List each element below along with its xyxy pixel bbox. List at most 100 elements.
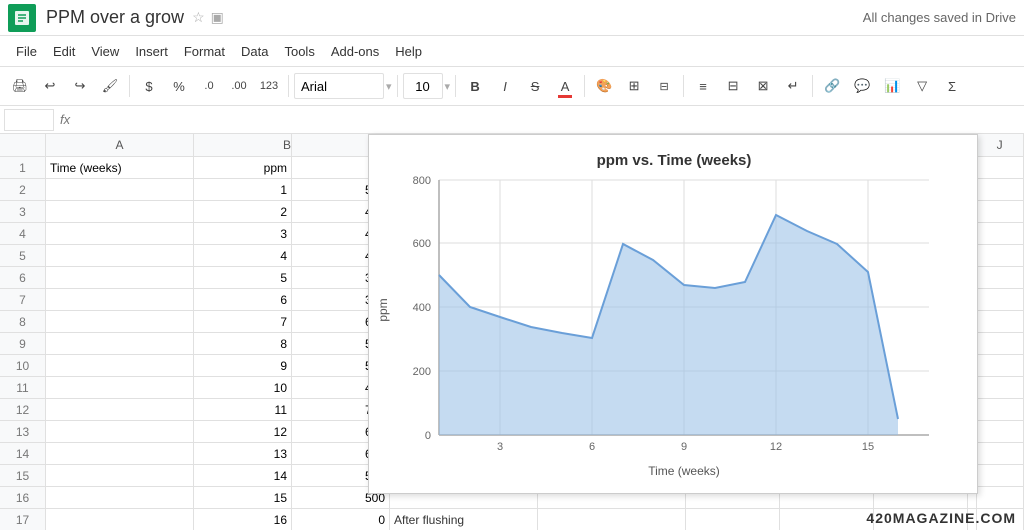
wrap-button[interactable]: ↵ xyxy=(779,72,807,100)
cell-j16[interactable] xyxy=(977,487,1024,509)
cell-b3[interactable]: 2 xyxy=(194,201,292,223)
cell-j8[interactable] xyxy=(977,311,1024,333)
print-button[interactable]: 🖨 xyxy=(6,72,34,100)
comment-button[interactable]: 💬 xyxy=(848,72,876,100)
function-button[interactable]: Σ xyxy=(938,72,966,100)
cell-j2[interactable] xyxy=(977,179,1024,201)
cell-j15[interactable] xyxy=(977,465,1024,487)
menu-item-view[interactable]: View xyxy=(83,40,127,63)
cell-a10[interactable] xyxy=(46,355,194,377)
menu-item-format[interactable]: Format xyxy=(176,40,233,63)
bold-button[interactable]: B xyxy=(461,72,489,100)
cell-b8[interactable]: 7 xyxy=(194,311,292,333)
italic-button[interactable]: I xyxy=(491,72,519,100)
font-color-button[interactable]: A xyxy=(551,72,579,100)
cell-j13[interactable] xyxy=(977,421,1024,443)
cell-j11[interactable] xyxy=(977,377,1024,399)
svg-text:15: 15 xyxy=(862,441,874,453)
cell-j6[interactable] xyxy=(977,267,1024,289)
col-header-a[interactable]: A xyxy=(46,134,194,156)
strikethrough-button[interactable]: S xyxy=(521,72,549,100)
menu-item-add-ons[interactable]: Add-ons xyxy=(323,40,387,63)
formula-input[interactable] xyxy=(76,109,1020,131)
cell-a5[interactable] xyxy=(46,245,194,267)
cell-b9[interactable]: 8 xyxy=(194,333,292,355)
menu-item-tools[interactable]: Tools xyxy=(276,40,322,63)
decimal-inc-button[interactable]: .00 xyxy=(225,72,253,100)
cell-b7[interactable]: 6 xyxy=(194,289,292,311)
cell-a14[interactable] xyxy=(46,443,194,465)
menu-item-help[interactable]: Help xyxy=(387,40,430,63)
cell-b10[interactable]: 9 xyxy=(194,355,292,377)
cell-a4[interactable] xyxy=(46,223,194,245)
fill-color-button[interactable]: 🎨 xyxy=(590,72,618,100)
format-number-button[interactable]: 123 xyxy=(255,72,283,100)
menu-item-insert[interactable]: Insert xyxy=(127,40,176,63)
cell-a9[interactable] xyxy=(46,333,194,355)
valign-button[interactable]: ⊠ xyxy=(749,72,777,100)
cell-e17[interactable] xyxy=(538,509,686,530)
paint-format-button[interactable]: 🖌 xyxy=(96,72,124,100)
cell-b1[interactable]: ppm xyxy=(194,157,292,179)
font-name-input[interactable] xyxy=(294,73,384,99)
chart-area[interactable]: ppm vs. Time (weeks) ppm Time (weeks) 0 … xyxy=(368,134,978,494)
decimal-dec-button[interactable]: .0 xyxy=(195,72,223,100)
cell-a15[interactable] xyxy=(46,465,194,487)
cell-j12[interactable] xyxy=(977,399,1024,421)
cell-a6[interactable] xyxy=(46,267,194,289)
cell-b14[interactable]: 13 xyxy=(194,443,292,465)
cell-b4[interactable]: 3 xyxy=(194,223,292,245)
cell-g17[interactable] xyxy=(780,509,874,530)
cell-a12[interactable] xyxy=(46,399,194,421)
cell-b16[interactable]: 15 xyxy=(194,487,292,509)
currency-button[interactable]: $ xyxy=(135,72,163,100)
cell-a8[interactable] xyxy=(46,311,194,333)
filter-button[interactable]: ▽ xyxy=(908,72,936,100)
cell-a17[interactable] xyxy=(46,509,194,530)
menu-item-file[interactable]: File xyxy=(8,40,45,63)
star-icon[interactable]: ☆ xyxy=(192,9,205,26)
cell-j7[interactable] xyxy=(977,289,1024,311)
cell-j10[interactable] xyxy=(977,355,1024,377)
undo-button[interactable]: ↩ xyxy=(36,72,64,100)
percent-button[interactable]: % xyxy=(165,72,193,100)
folder-icon[interactable]: ▣ xyxy=(211,9,224,26)
cell-c17[interactable]: 0 xyxy=(292,509,390,530)
font-size-input[interactable] xyxy=(403,73,443,99)
col-header-j[interactable]: J xyxy=(976,134,1024,156)
cell-a3[interactable] xyxy=(46,201,194,223)
merge-button[interactable]: ⊟ xyxy=(650,72,678,100)
borders-button[interactable]: ⊞ xyxy=(620,72,648,100)
cell-a16[interactable] xyxy=(46,487,194,509)
chart-button[interactable]: 📊 xyxy=(878,72,906,100)
menu-item-data[interactable]: Data xyxy=(233,40,276,63)
cell-a1[interactable]: Time (weeks) xyxy=(46,157,194,179)
cell-f17[interactable] xyxy=(686,509,780,530)
redo-button[interactable]: ↪ xyxy=(66,72,94,100)
cell-j14[interactable] xyxy=(977,443,1024,465)
cell-b13[interactable]: 12 xyxy=(194,421,292,443)
cell-j9[interactable] xyxy=(977,333,1024,355)
cell-a7[interactable] xyxy=(46,289,194,311)
cell-j1[interactable] xyxy=(977,157,1024,179)
cell-b12[interactable]: 11 xyxy=(194,399,292,421)
col-header-b[interactable]: B xyxy=(194,134,292,156)
cell-j3[interactable] xyxy=(977,201,1024,223)
cell-j5[interactable] xyxy=(977,245,1024,267)
cell-d17[interactable]: After flushing xyxy=(390,509,538,530)
cell-b5[interactable]: 4 xyxy=(194,245,292,267)
cell-b17[interactable]: 16 xyxy=(194,509,292,530)
cell-a13[interactable] xyxy=(46,421,194,443)
menu-item-edit[interactable]: Edit xyxy=(45,40,83,63)
cell-b6[interactable]: 5 xyxy=(194,267,292,289)
cell-b2[interactable]: 1 xyxy=(194,179,292,201)
cell-a11[interactable] xyxy=(46,377,194,399)
cell-b11[interactable]: 10 xyxy=(194,377,292,399)
cell-ref-input[interactable] xyxy=(4,109,54,131)
cell-a2[interactable] xyxy=(46,179,194,201)
align-left-button[interactable]: ≡ xyxy=(689,72,717,100)
link-button[interactable]: 🔗 xyxy=(818,72,846,100)
cell-j4[interactable] xyxy=(977,223,1024,245)
cell-b15[interactable]: 14 xyxy=(194,465,292,487)
align-center-button[interactable]: ⊟ xyxy=(719,72,747,100)
